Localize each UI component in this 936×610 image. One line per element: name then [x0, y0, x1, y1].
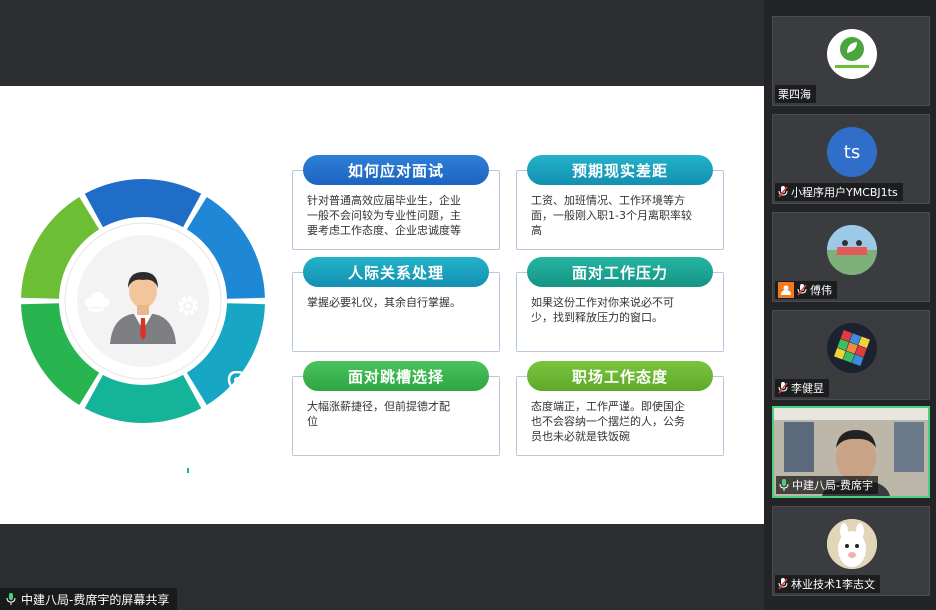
- card-line: 大幅涨薪捷径，但前提德才配: [307, 400, 450, 413]
- share-label-text: 中建八局-费席宇的屏幕共享: [21, 592, 170, 607]
- participants-panel: 栗四海 ts 小程序用户YMCBJ1ts 傅伟 李健昱 中建八局-费席宇 林业技…: [764, 0, 936, 610]
- mic-muted-icon: [778, 382, 788, 394]
- card-line: 少，找到释放压力的窗口。: [531, 311, 663, 324]
- avatar: [827, 29, 877, 79]
- participant-name-tag: 李健昱: [775, 379, 829, 397]
- avatar: [827, 323, 877, 373]
- bar-chart-icon: [76, 448, 104, 476]
- card-title: 人际关系处理: [303, 257, 489, 287]
- card-line: 要考虑工作态度、企业忠诚度等: [307, 224, 461, 237]
- card-line: 如果这份工作对你来说必不可: [531, 296, 674, 309]
- lock-icon: [174, 452, 202, 480]
- participant-name: 李健昱: [791, 382, 824, 395]
- participant-name: 中建八局-费席宇: [792, 479, 873, 492]
- photo-avatar-icon: [827, 225, 877, 275]
- avatar: ts: [827, 127, 877, 177]
- participant-tile[interactable]: 栗四海: [772, 16, 930, 106]
- card-body: 态度端正，工作严谨。即使国企 也不会容纳一个摆烂的人，公务 员也未必就是铁饭碗: [531, 399, 711, 444]
- card-title: 如何应对面试: [303, 155, 489, 185]
- participant-name: 林业技术1李志文: [791, 578, 875, 591]
- cube-avatar-icon: [834, 330, 870, 366]
- microphone-icon: [6, 593, 16, 605]
- participant-name: 傅伟: [810, 284, 832, 297]
- screen-share-label: 中建八局-费席宇的屏幕共享: [0, 588, 178, 610]
- card-line: 掌握必要礼仪，其余自行掌握。: [307, 296, 461, 309]
- mic-muted-icon: [778, 186, 788, 198]
- avatar: [827, 225, 877, 275]
- card-line: 一般不会问较为专业性问题，主: [307, 209, 461, 222]
- microphone-icon: [779, 479, 789, 491]
- wheel-segment: [84, 374, 202, 423]
- card-line: 高: [531, 224, 542, 237]
- card-line: 面，一般刚入职1-3个月离职率较: [531, 209, 692, 222]
- card-line: 位: [307, 415, 318, 428]
- mic-muted-icon: [778, 578, 788, 590]
- card-title: 预期现实差距: [527, 155, 713, 185]
- gear-icon: [174, 292, 202, 320]
- participant-tile[interactable]: ts 小程序用户YMCBJ1ts: [772, 114, 930, 204]
- meeting-window: 如何应对面试 针对普通高效应届毕业生，企业 一般不会问较为专业性问题，主 要考虑…: [0, 0, 936, 610]
- participant-name-tag: 小程序用户YMCBJ1ts: [775, 183, 903, 201]
- card-body: 大幅涨薪捷径，但前提德才配 位: [307, 399, 487, 429]
- alpaca-avatar-icon: [827, 519, 877, 569]
- participant-tile[interactable]: 李健昱: [772, 310, 930, 400]
- card-body: 针对普通高效应届毕业生，企业 一般不会问较为专业性问题，主 要考虑工作态度、企业…: [307, 193, 487, 238]
- card-line: 针对普通高效应届毕业生，企业: [307, 194, 461, 207]
- card-line: 员也未必就是铁饭碗: [531, 430, 630, 443]
- screen-share-area: 如何应对面试 针对普通高效应届毕业生，企业 一般不会问较为专业性问题，主 要考虑…: [0, 0, 764, 610]
- participant-tile[interactable]: 林业技术1李志文: [772, 506, 930, 596]
- card-line: 态度端正，工作严谨。即使国企: [531, 400, 685, 413]
- card-work-pressure: 面对工作压力 如果这份工作对你来说必不可 少，找到释放压力的窗口。: [516, 257, 724, 352]
- card-title: 面对工作压力: [527, 257, 713, 287]
- card-interview: 如何应对面试 针对普通高效应届毕业生，企业 一般不会问较为专业性问题，主 要考虑…: [292, 155, 500, 250]
- card-title: 职场工作态度: [527, 361, 713, 391]
- participant-name-tag: 傅伟: [775, 281, 837, 299]
- participant-tile-active-speaker[interactable]: 中建八局-费席宇: [772, 406, 930, 498]
- card-job-hopping: 面对跳槽选择 大幅涨薪捷径，但前提德才配 位: [292, 361, 500, 456]
- participant-name: 小程序用户YMCBJ1ts: [791, 186, 898, 199]
- card-body: 如果这份工作对你来说必不可 少，找到释放压力的窗口。: [531, 295, 711, 325]
- location-icon: [223, 370, 251, 398]
- card-body: 工资、加班情况、工作环境等方 面，一般刚入职1-3个月离职率较 高: [531, 193, 711, 238]
- card-relationships: 人际关系处理 掌握必要礼仪，其余自行掌握。: [292, 257, 500, 352]
- mic-muted-icon: [797, 284, 807, 296]
- card-title: 面对跳槽选择: [303, 361, 489, 391]
- avatar: [827, 519, 877, 569]
- card-expectation-gap: 预期现实差距 工资、加班情况、工作环境等方 面，一般刚入职1-3个月离职率较 高: [516, 155, 724, 250]
- card-work-attitude: 职场工作态度 态度端正，工作严谨。即使国企 也不会容纳一个摆烂的人，公务 员也未…: [516, 361, 724, 456]
- wheel-segment: [84, 179, 202, 228]
- person-icon: [778, 282, 794, 298]
- participant-name-tag: 中建八局-费席宇: [776, 476, 878, 494]
- participant-name-tag: 栗四海: [775, 85, 816, 103]
- presentation-slide: 如何应对面试 针对普通高效应届毕业生，企业 一般不会问较为专业性问题，主 要考虑…: [0, 86, 764, 524]
- avatar-initials: ts: [843, 141, 861, 163]
- card-line: 工资、加班情况、工作环境等方: [531, 194, 685, 207]
- participant-name: 栗四海: [778, 88, 811, 101]
- card-body: 掌握必要礼仪，其余自行掌握。: [307, 295, 487, 310]
- leaf-logo-icon: [835, 37, 869, 68]
- coins-icon: [82, 292, 110, 320]
- participant-name-tag: 林业技术1李志文: [775, 575, 880, 593]
- participant-tile[interactable]: 傅伟: [772, 212, 930, 302]
- card-line: 也不会容纳一个摆烂的人，公务: [531, 415, 685, 428]
